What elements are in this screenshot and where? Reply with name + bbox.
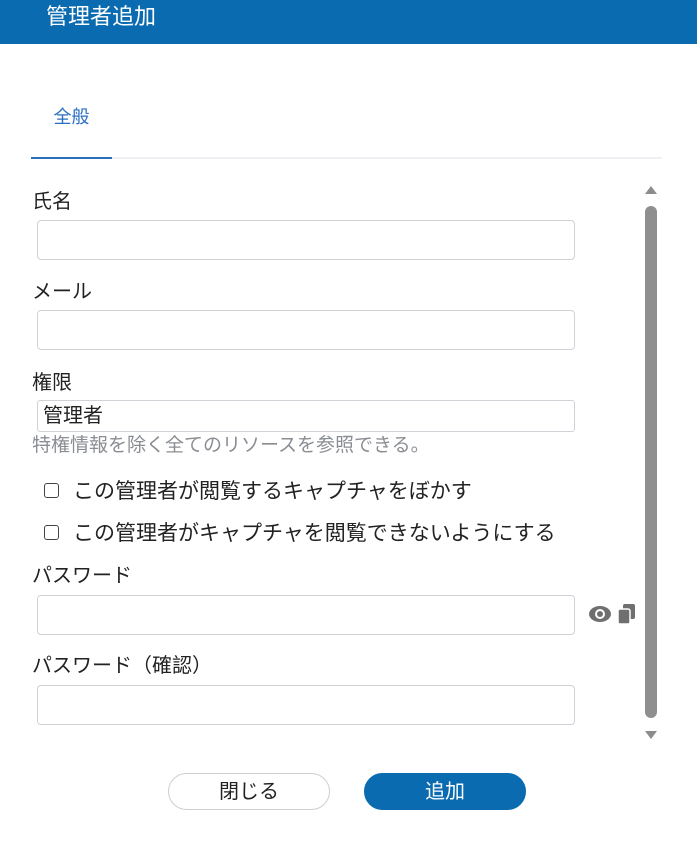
blur-captures-label: この管理者が閲覧するキャプチャをぼかす <box>73 479 472 503</box>
scroll-thumb[interactable] <box>645 206 657 718</box>
close-button[interactable]: 閉じる <box>168 773 330 810</box>
permission-select[interactable]: 管理者 <box>37 400 575 432</box>
permission-label: 権限 <box>32 370 72 394</box>
permission-description: 特権情報を除く全てのリソースを参照できる。 <box>32 434 430 456</box>
password-confirm-input[interactable] <box>37 685 575 725</box>
add-button[interactable]: 追加 <box>364 773 526 810</box>
scroll-up-icon[interactable] <box>645 186 657 194</box>
disable-captures-option[interactable]: この管理者がキャプチャを閲覧できないようにする <box>44 518 556 546</box>
form-scrollbar[interactable] <box>641 178 661 744</box>
email-input[interactable] <box>37 310 575 350</box>
disable-captures-checkbox[interactable] <box>44 524 59 540</box>
name-label: 氏名 <box>32 189 72 213</box>
scroll-down-icon[interactable] <box>645 731 657 739</box>
admin-form: 氏名 メール 権限 管理者 特権情報を除く全てのリソースを参照できる。 この管理… <box>0 0 697 847</box>
blur-captures-checkbox[interactable] <box>44 482 59 498</box>
copy-icon[interactable] <box>616 603 638 629</box>
password-input[interactable] <box>37 595 575 635</box>
email-label: メール <box>32 279 92 303</box>
blur-captures-option[interactable]: この管理者が閲覧するキャプチャをぼかす <box>44 476 472 504</box>
password-label: パスワード <box>32 563 132 587</box>
disable-captures-label: この管理者がキャプチャを閲覧できないようにする <box>73 521 556 545</box>
password-confirm-label: パスワード（確認） <box>32 653 212 677</box>
eye-icon[interactable] <box>588 604 612 628</box>
name-input[interactable] <box>37 220 575 260</box>
